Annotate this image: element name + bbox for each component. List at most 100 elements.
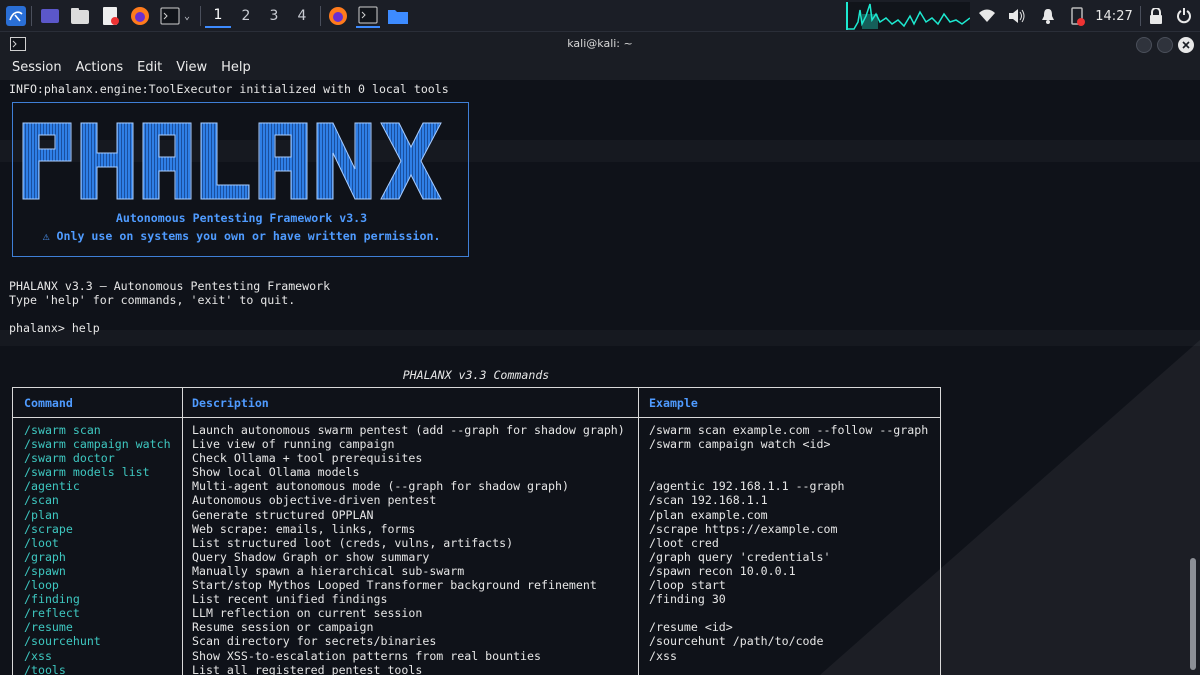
table-row-example: /resume <id> [649,620,733,635]
table-row-example: /loop start [649,578,726,593]
table-row-command: /loop [24,578,59,593]
table-row-description: Live view of running campaign [192,437,395,452]
banner-warning: ⚠ Only use on systems you own or have wr… [42,229,441,243]
firefox-icon[interactable] [128,4,152,28]
wifi-icon[interactable] [975,4,999,28]
table-row-command: /swarm doctor [24,451,115,466]
table-row-example: /plan example.com [649,507,768,522]
table-row-example: /scrape https://example.com [649,521,838,536]
header-description: Description [192,396,269,410]
phalanx-logo [22,122,442,200]
prompt-line: phalanx> help [9,321,100,335]
table-row-description: Show local Ollama models [192,465,360,480]
workspace-2[interactable]: 2 [233,4,259,28]
terminal-window: kali@kali: ~ Session Actions Edit View H… [0,32,1200,675]
table-row-command: /xss [24,648,52,663]
table-row-command: /loot [24,535,59,550]
table-row-example: /finding 30 [649,592,726,607]
table-row-description: List structured loot (creds, vulns, arti… [192,535,514,550]
desktop-icon[interactable] [38,4,62,28]
power-icon[interactable] [1172,4,1196,28]
workspace-4[interactable]: 4 [289,4,315,28]
terminal-scrollbar[interactable] [1190,558,1196,670]
table-row-example: /scan 192.168.1.1 [649,493,768,508]
notifications-icon[interactable] [1036,4,1060,28]
battery-icon[interactable] [1066,4,1090,28]
table-row-command: /swarm campaign watch [24,437,171,452]
table-row-description: Web scrape: emails, links, forms [192,521,416,536]
table-row-command: /graph [24,549,66,564]
close-button[interactable] [1178,37,1194,53]
table-row-command: /reflect [24,606,80,621]
table-row-example: /spawn recon 10.0.0.1 [649,563,796,578]
table-row-example: /swarm campaign watch <id> [649,437,831,452]
commands-table-title: PHALANX v3.3 Commands [402,368,550,382]
header-example: Example [649,396,698,410]
clock[interactable]: 14:27 [1092,4,1136,28]
text-editor-icon[interactable] [98,4,122,28]
command-column: /swarm scan/swarm campaign watch/swarm d… [24,423,171,675]
menu-view[interactable]: View [176,58,207,80]
table-row-command: /scan [24,493,59,508]
table-row-command: /spawn [24,563,66,578]
table-row-command: /finding [24,592,80,607]
menu-actions[interactable]: Actions [76,58,124,80]
table-row-description: List recent unified findings [192,592,388,607]
cpu-monitor-graph [846,2,971,30]
table-row-description: Query Shadow Graph or show summary [192,549,430,564]
workspace-3[interactable]: 3 [261,4,287,28]
table-row-description: Autonomous objective-driven pentest [192,493,437,508]
terminal-launcher-icon[interactable] [158,4,182,28]
kali-menu-icon[interactable] [4,4,28,28]
phalanx-banner: Autonomous Pentesting Framework v3.3 ⚠ O… [12,102,469,257]
banner-tagline: Autonomous Pentesting Framework v3.3 [115,211,368,225]
maximize-button[interactable] [1157,37,1173,53]
table-row-description: Scan directory for secrets/binaries [192,634,437,649]
minimize-button[interactable] [1136,37,1152,53]
table-row-description: Generate structured OPPLAN [192,507,374,522]
window-titlebar[interactable]: kali@kali: ~ [0,32,1200,58]
table-row-description: LLM reflection on current session [192,606,423,621]
table-row-example [649,606,928,620]
terminal-output[interactable]: INFO:phalanx.engine:ToolExecutor initial… [0,80,1200,675]
table-row-example [649,465,928,479]
menu-edit[interactable]: Edit [137,58,162,80]
table-row-example [649,663,928,675]
table-row-description: Launch autonomous swarm pentest (add --g… [192,423,625,437]
commands-table: Command Description Example /swarm scan /… [12,387,941,675]
example-column: /swarm scan example.com --follow --graph… [649,423,928,675]
workspace-1[interactable]: 1 [205,4,231,28]
menu-help[interactable]: Help [221,58,251,80]
table-row-description: Multi-agent autonomous mode (--graph for… [192,479,569,494]
menu-bar: Session Actions Edit View Help [0,58,1200,80]
menu-session[interactable]: Session [12,58,62,80]
taskbar-firefox-icon[interactable] [326,4,350,28]
table-row-command: /swarm scan [24,423,101,437]
top-panel: ⌄ 1 2 3 4 14:27 [0,0,1200,32]
header-command: Command [24,396,73,410]
table-row-description: Check Ollama + tool prerequisites [192,451,423,466]
table-row-example [649,451,928,465]
taskbar-folder-icon[interactable] [386,4,410,28]
table-row-command: /tools [24,662,66,675]
taskbar-terminal-icon[interactable] [356,4,380,28]
volume-icon[interactable] [1005,4,1029,28]
table-row-example: /loot cred [649,535,719,550]
table-row-example: /agentic 192.168.1.1 --graph [649,479,845,494]
chevron-down-icon[interactable]: ⌄ [180,4,194,28]
table-row-description: Manually spawn a hierarchical sub-swarm [192,563,465,578]
init-log-line: INFO:phalanx.engine:ToolExecutor initial… [9,82,449,96]
table-row-example: /swarm scan example.com --follow --graph [649,423,929,437]
table-row-command: /agentic [24,479,80,494]
file-manager-icon[interactable] [68,4,92,28]
table-row-description: List all registered pentest tools [192,662,423,675]
lock-icon[interactable] [1144,4,1168,28]
close-icon [1182,41,1190,49]
hint-line: Type 'help' for commands, 'exit' to quit… [9,293,296,307]
window-title: kali@kali: ~ [567,37,633,50]
table-row-example: /xss [649,648,677,663]
version-line: PHALANX v3.3 — Autonomous Pentesting Fra… [9,279,331,293]
table-row-command: /swarm models list [24,465,150,480]
table-row-command: /resume [24,620,73,635]
description-column: Launch autonomous swarm pentest (add --g… [192,423,625,675]
